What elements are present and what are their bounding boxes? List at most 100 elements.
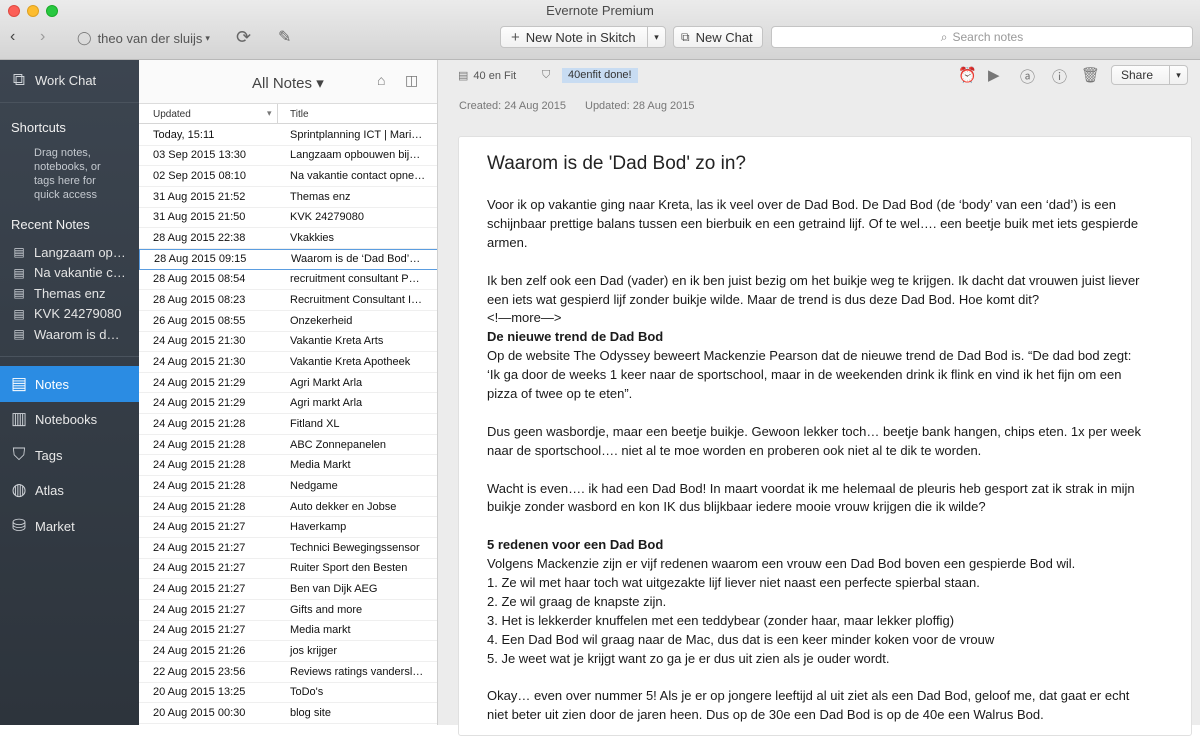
recent-note-item[interactable]: ▤ Langzaam op… [0, 242, 139, 262]
table-row[interactable]: 24 Aug 2015 21:29 Agri markt Arla [139, 393, 437, 415]
col-title[interactable]: Title [290, 109, 309, 120]
table-row[interactable]: 24 Aug 2015 21:27 Media markt [139, 621, 437, 642]
row-title: ABC Zonnepanelen [290, 438, 387, 451]
table-row[interactable]: 24 Aug 2015 21:29 Agri Markt Arla [139, 373, 437, 394]
at-mention-icon[interactable]: ⓐ [1020, 66, 1035, 87]
share-button[interactable]: Share ▾ [1111, 65, 1188, 85]
table-row[interactable]: 22 Aug 2015 23:56 Reviews ratings vanders… [139, 662, 437, 683]
table-row[interactable]: 28 Aug 2015 08:23 Recruitment Consultant … [139, 290, 437, 311]
table-row[interactable]: 20 Aug 2015 00:30 blog site [139, 703, 437, 724]
back-arrow-icon[interactable]: ‹ [10, 28, 15, 46]
recent-note-item[interactable]: ▤ Waarom is d… [0, 324, 139, 344]
work-chat-icon: ⧉ [12, 70, 26, 89]
window-title: Evernote Premium [546, 3, 654, 18]
note-editor: ▤ 40 en Fit ⛉ 40enfit done! ⏰ ▶ ⓐ ⓘ 🗑 Sh… [438, 60, 1200, 736]
table-row[interactable]: Today, 15:11 Sprintplanning ICT | Marius… [139, 125, 437, 146]
view-toggle-icon[interactable]: ◫ [405, 72, 418, 89]
sidebar-item-market[interactable]: ⛁ Market [0, 508, 139, 544]
title-bar: Evernote Premium ‹ › ◯ theo van der slui… [0, 0, 1200, 60]
recent-note-item[interactable]: ▤ Themas enz [0, 283, 139, 303]
recent-note-label: Na vakantie c… [34, 265, 126, 280]
text-line: 1. Ze wil met haar toch wat uitgezakte l… [487, 575, 980, 591]
row-title: Agri markt Arla [290, 397, 363, 410]
sidebar-item-atlas[interactable]: ◍ Atlas [0, 472, 139, 508]
hint-line: notebooks, or [34, 161, 101, 173]
table-row[interactable]: 24 Aug 2015 21:27 Ruiter Sport den Besten [139, 559, 437, 580]
row-updated: 24 Aug 2015 21:30 [153, 335, 246, 348]
table-row[interactable]: 31 Aug 2015 21:52 Themas enz [139, 187, 437, 208]
row-title: Gifts and more [290, 603, 363, 616]
new-note-button[interactable]: + New Note in Skitch ▾ [500, 26, 666, 48]
table-row[interactable]: 28 Aug 2015 22:38 Vkakkies [139, 228, 437, 249]
tag-chip[interactable]: 40enfit done! [562, 68, 638, 83]
sidebar-item-tags[interactable]: ⛉ Tags [0, 437, 139, 473]
hint-line: tags here for [34, 175, 96, 187]
row-updated: 28 Aug 2015 22:38 [153, 232, 246, 245]
table-row[interactable]: 24 Aug 2015 21:27 Ben van Dijk AEG [139, 579, 437, 600]
text-line: armen. [487, 234, 528, 250]
table-row[interactable]: 26 Aug 2015 08:55 Onzekerheid [139, 311, 437, 332]
forward-arrow-icon[interactable]: › [40, 28, 45, 46]
text-line: 4. Een Dad Bod wil graag naar de Mac, du… [487, 631, 995, 647]
table-row[interactable]: 03 Sep 2015 13:30 Langzaam opbouwen bij… [139, 146, 437, 167]
table-row[interactable]: 24 Aug 2015 21:27 Gifts and more [139, 600, 437, 621]
sort-chevron-icon[interactable]: ▾ [267, 108, 272, 119]
note-paragraph: Voor ik op vakantie ging naar Kreta, las… [487, 196, 1163, 253]
text-line: een iets wat gespierd lijf zonder buikje… [487, 291, 1040, 307]
note-title[interactable]: Waarom is de 'Dad Bod' zo in? [487, 153, 1163, 175]
search-field[interactable]: ⌕ Search notes [771, 26, 1193, 48]
notification-icon[interactable]: ⌂ [377, 72, 385, 88]
tag-icon[interactable]: ⛉ [542, 69, 550, 82]
table-row[interactable]: 31 Aug 2015 21:50 KVK 24279080 [139, 208, 437, 229]
recent-notes-heading: Recent Notes [11, 217, 90, 232]
trash-icon[interactable]: 🗑 [1081, 66, 1100, 84]
table-row[interactable]: 24 Aug 2015 21:30 Vakantie Kreta Apotheek [139, 352, 437, 373]
table-row[interactable]: 24 Aug 2015 21:27 Haverkamp [139, 517, 437, 539]
row-title: Na vakantie contact opne… [290, 170, 426, 183]
sidebar-item-label: Market [35, 518, 75, 534]
notebook-selector[interactable]: ▤ 40 en Fit [458, 69, 516, 83]
row-title: Vakantie Kreta Apotheek [290, 355, 411, 368]
recent-note-item[interactable]: ▤ KVK 24279080 [0, 304, 139, 324]
sidebar-item-notebooks[interactable]: ▥ Notebooks [0, 401, 139, 437]
sync-icon[interactable]: ⟳ [236, 27, 251, 48]
row-updated: 24 Aug 2015 21:27 [153, 541, 246, 554]
table-row[interactable]: 24 Aug 2015 21:28 Auto dekker en Jobse [139, 497, 437, 518]
new-chat-button[interactable]: ⧉ New Chat [673, 26, 763, 48]
table-row[interactable]: 24 Aug 2015 21:28 Nedgame [139, 476, 437, 497]
presentation-icon[interactable]: ▶ [988, 66, 1000, 84]
table-row[interactable]: 02 Sep 2015 08:10 Na vakantie contact opn… [139, 166, 437, 187]
table-row[interactable]: 24 Aug 2015 21:28 ABC Zonnepanelen [139, 435, 437, 456]
row-updated: 24 Aug 2015 21:27 [153, 521, 246, 534]
sidebar-work-chat[interactable]: ⧉ Work Chat [0, 62, 139, 98]
sidebar-item-notes[interactable]: ▤ Notes [0, 366, 139, 402]
table-row[interactable]: 24 Aug 2015 21:28 Fitland XL [139, 414, 437, 435]
table-row[interactable]: 24 Aug 2015 21:26 jos krijger [139, 641, 437, 662]
chevron-down-icon[interactable]: ▾ [647, 27, 665, 47]
text-line: Wacht is even…. ik had een Dad Bod! In m… [487, 480, 1135, 496]
row-updated: 24 Aug 2015 21:28 [153, 417, 246, 430]
table-row[interactable]: 20 Aug 2015 13:25 ToDo's [139, 683, 437, 704]
row-title: Recruitment Consultant I… [290, 294, 423, 307]
table-row[interactable]: 24 Aug 2015 21:27 Technici Bewegingssenso… [139, 538, 437, 559]
reminder-icon[interactable]: ⏰ [958, 66, 977, 84]
recent-note-item[interactable]: ▤ Na vakantie c… [0, 263, 139, 283]
user-menu[interactable]: ◯ theo van der sluijs ▾ [77, 30, 210, 46]
note-body[interactable]: Waarom is de 'Dad Bod' zo in? Voor ik op… [458, 136, 1192, 736]
table-row[interactable]: 24 Aug 2015 21:30 Vakantie Kreta Arts [139, 332, 437, 353]
table-row[interactable]: 28 Aug 2015 09:15 Waarom is de ‘Dad Bod’… [139, 248, 437, 270]
text-line: Dus geen wasbordje, maar een beetje buik… [487, 423, 1142, 439]
table-row[interactable]: 24 Aug 2015 21:28 Media Markt [139, 455, 437, 477]
all-notes-selector[interactable]: All Notes ▾ [252, 74, 324, 92]
text-line: Okay… even over nummer 5! Als je er op j… [487, 688, 1130, 704]
table-row[interactable]: 28 Aug 2015 08:54 recruitment consultant … [139, 270, 437, 291]
row-updated: 24 Aug 2015 21:27 [153, 603, 246, 616]
row-updated: 24 Aug 2015 21:27 [153, 562, 246, 575]
col-updated[interactable]: Updated [153, 109, 191, 120]
row-title: jos krijger [290, 645, 338, 658]
chevron-down-icon[interactable]: ▾ [1169, 66, 1187, 84]
row-updated: 24 Aug 2015 21:30 [153, 355, 246, 368]
plus-icon: + [511, 28, 520, 46]
info-icon[interactable]: ⓘ [1052, 66, 1067, 87]
activity-icon[interactable]: ✎ [278, 27, 291, 47]
